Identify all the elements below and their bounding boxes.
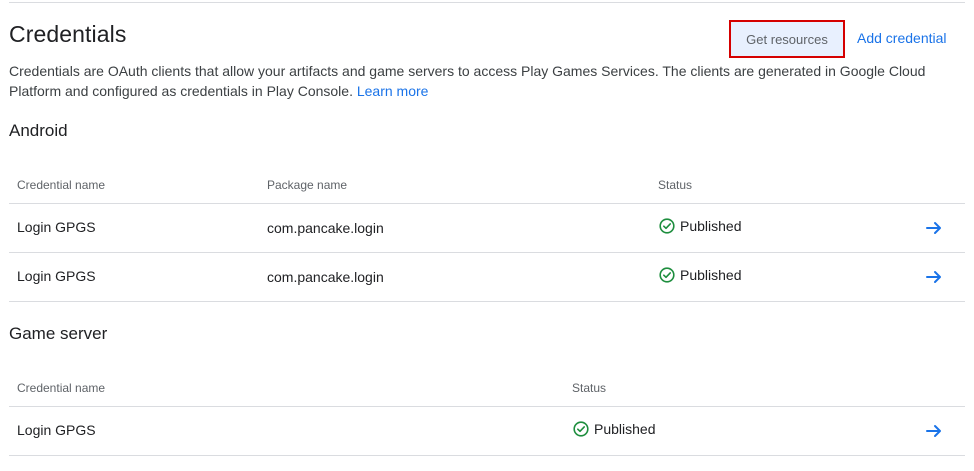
android-row-divider xyxy=(9,252,965,253)
get-resources-label: Get resources xyxy=(746,31,828,47)
learn-more-link[interactable]: Learn more xyxy=(357,83,429,99)
android-row-1-status: Published xyxy=(659,218,742,234)
add-credential-button[interactable]: Add credential xyxy=(857,30,947,46)
page-description: Credentials are OAuth clients that allow… xyxy=(9,61,939,101)
android-header-divider xyxy=(9,203,965,204)
game-server-header-divider xyxy=(9,406,965,407)
android-row-2-name: Login GPGS xyxy=(17,268,96,284)
description-text: Credentials are OAuth clients that allow… xyxy=(9,63,926,99)
check-circle-icon xyxy=(573,421,589,437)
status-label: Published xyxy=(594,421,656,437)
game-server-row-divider xyxy=(9,455,965,456)
android-row-1-package: com.pancake.login xyxy=(267,220,384,236)
game-server-row-1-status: Published xyxy=(573,421,656,437)
status-label: Published xyxy=(680,218,742,234)
android-row-2-package: com.pancake.login xyxy=(267,269,384,285)
arrow-right-icon[interactable] xyxy=(924,267,944,287)
android-col-package-name: Package name xyxy=(267,178,348,192)
android-section-title: Android xyxy=(9,121,68,140)
page-title: Credentials xyxy=(9,21,127,47)
android-col-status: Status xyxy=(658,178,693,192)
android-row-divider xyxy=(9,301,965,302)
arrow-right-icon[interactable] xyxy=(924,421,944,441)
status-label: Published xyxy=(680,267,742,283)
android-row-1-name: Login GPGS xyxy=(17,219,96,235)
check-circle-icon xyxy=(659,267,675,283)
check-circle-icon xyxy=(659,218,675,234)
game-server-section-title: Game server xyxy=(9,324,108,343)
game-server-row-1-name: Login GPGS xyxy=(17,422,96,438)
android-col-credential-name: Credential name xyxy=(17,178,106,192)
game-server-col-status: Status xyxy=(572,381,607,395)
get-resources-button[interactable]: Get resources xyxy=(729,20,845,58)
android-row-2-status: Published xyxy=(659,267,742,283)
arrow-right-icon[interactable] xyxy=(924,218,944,238)
top-divider xyxy=(9,2,965,3)
game-server-col-credential-name: Credential name xyxy=(17,381,106,395)
